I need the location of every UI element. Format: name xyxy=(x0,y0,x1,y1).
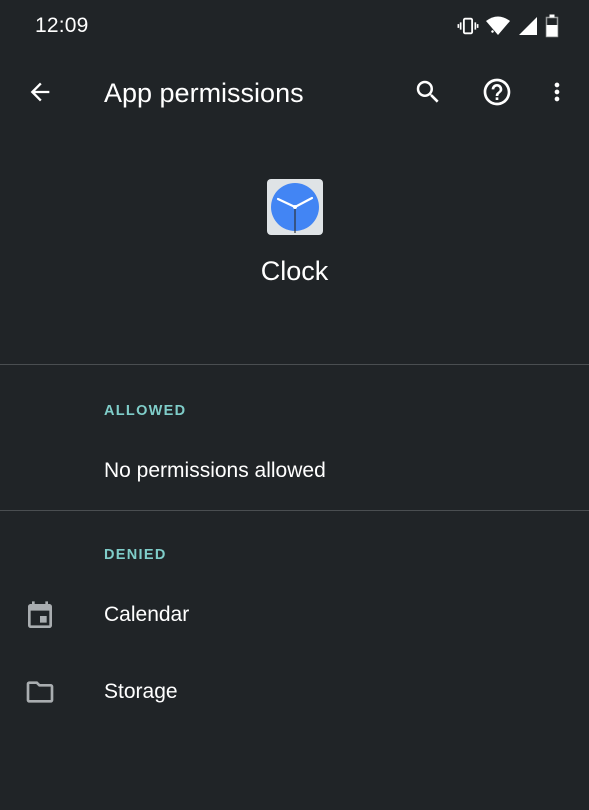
permission-item-calendar[interactable]: Calendar xyxy=(0,581,589,651)
search-button[interactable] xyxy=(408,74,448,114)
denied-section-header: DENIED xyxy=(104,547,167,563)
no-permissions-allowed-text: No permissions allowed xyxy=(104,459,326,482)
back-button[interactable] xyxy=(20,74,60,114)
search-icon xyxy=(413,77,443,112)
permission-item-storage[interactable]: Storage xyxy=(0,658,589,728)
allowed-section-header: ALLOWED xyxy=(104,403,187,419)
vibrate-icon xyxy=(457,15,479,37)
app-permissions-screen: 12:09 App permissions Clock ALLOWED No p… xyxy=(0,0,589,810)
signal-icon xyxy=(517,15,539,37)
app-name: Clock xyxy=(260,256,329,286)
back-arrow-icon xyxy=(26,78,54,111)
app-header: Clock xyxy=(0,170,589,287)
page-title: App permissions xyxy=(104,78,304,108)
header-divider xyxy=(0,364,589,365)
status-icons xyxy=(457,14,559,38)
help-button[interactable] xyxy=(477,74,517,114)
clock-app-icon xyxy=(266,179,323,235)
more-vert-icon xyxy=(543,78,571,111)
status-time: 12:09 xyxy=(35,14,89,37)
app-bar: App permissions xyxy=(0,60,589,130)
status-bar: 12:09 xyxy=(0,0,589,52)
permission-label: Storage xyxy=(104,680,178,703)
permission-label: Calendar xyxy=(104,603,190,626)
wifi-icon xyxy=(485,15,511,37)
calendar-icon xyxy=(24,600,56,632)
more-options-button[interactable] xyxy=(537,74,577,114)
folder-icon xyxy=(24,676,56,708)
section-divider xyxy=(0,510,589,511)
battery-icon xyxy=(545,14,559,38)
help-icon xyxy=(481,76,513,113)
